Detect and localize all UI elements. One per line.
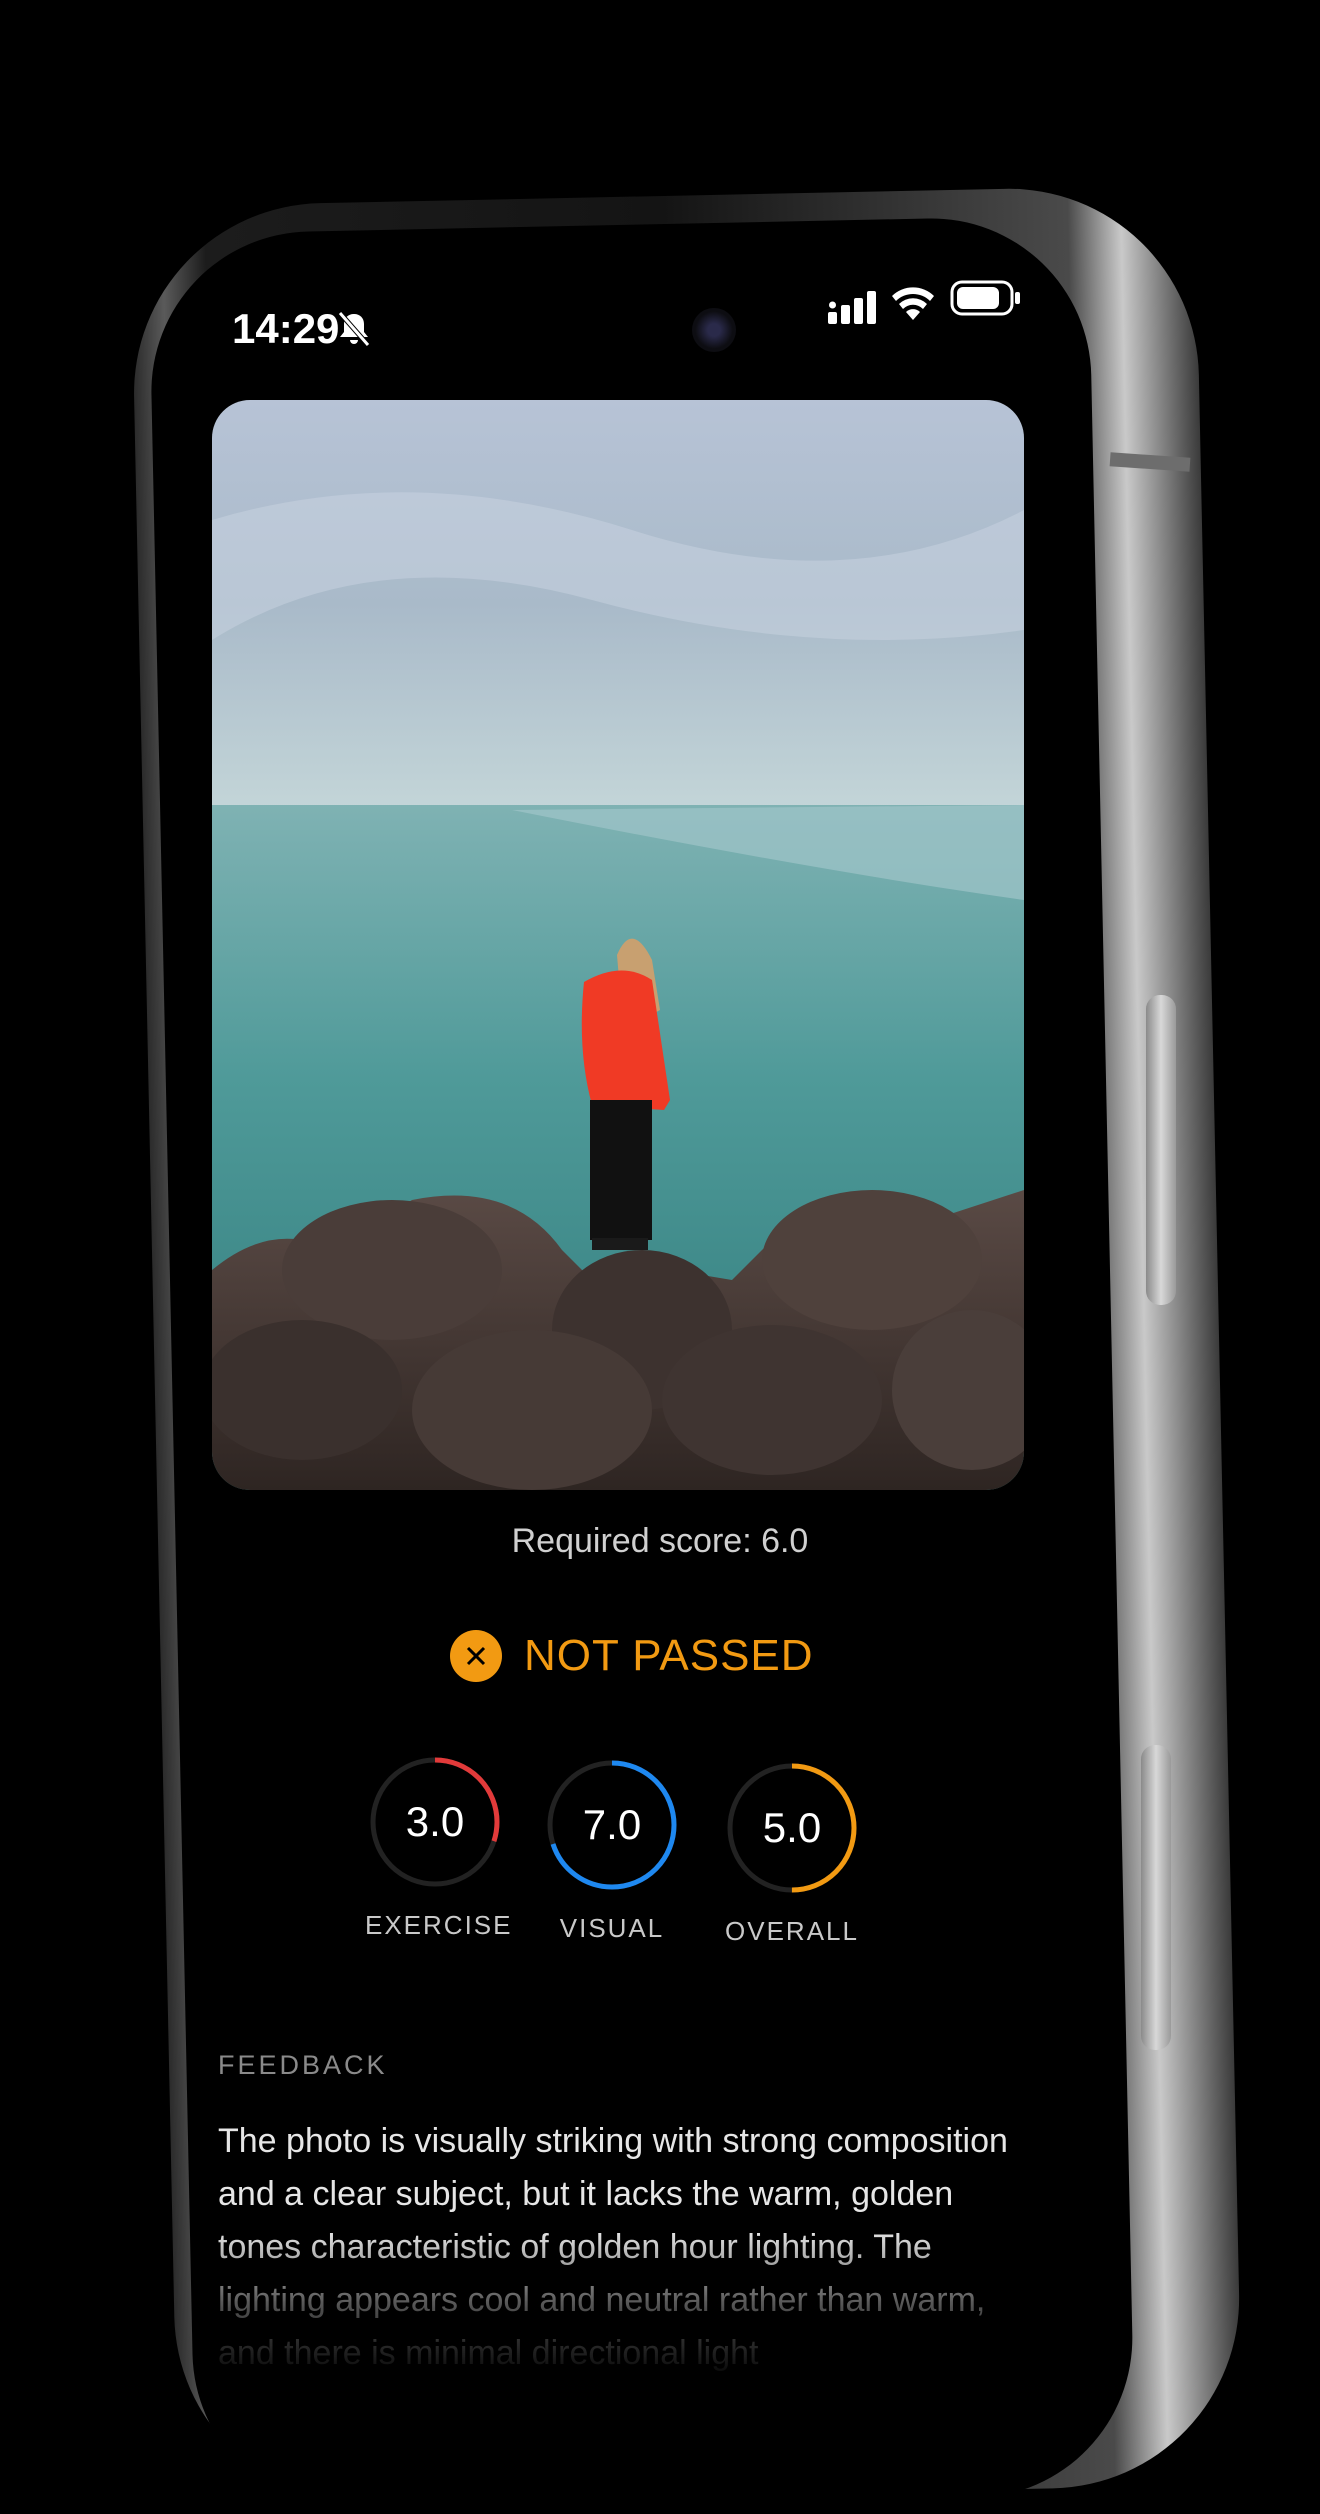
- volume-button: [1146, 995, 1176, 1305]
- battery-icon: [950, 280, 1020, 316]
- cellular-signal-icon: [828, 291, 876, 324]
- score-value: 3.0: [405, 1798, 465, 1845]
- score-value: 7.0: [582, 1801, 642, 1848]
- score-label: EXERCISE: [365, 1910, 513, 1940]
- score-label: VISUAL: [559, 1913, 665, 1943]
- score-overall: 5.0 OVERALL: [722, 1758, 862, 1947]
- score-visual: 7.0 VISUAL: [542, 1755, 682, 1944]
- result-label: NOT PASSED: [524, 1631, 814, 1680]
- close-icon: [450, 1630, 502, 1682]
- bell-slash-icon: [338, 311, 370, 347]
- result-status: NOT PASSED: [450, 1630, 814, 1682]
- required-score: Required score: 6.0: [511, 1522, 809, 1560]
- front-camera: [692, 308, 736, 352]
- wifi-icon: [892, 287, 934, 320]
- status-time: 14:29: [232, 305, 340, 352]
- submitted-photo: [212, 400, 1024, 1490]
- side-button: [1141, 1745, 1171, 2050]
- score-exercise: 3.0 EXERCISE: [365, 1752, 513, 1941]
- score-label: OVERALL: [725, 1916, 859, 1946]
- score-value: 5.0: [762, 1804, 822, 1851]
- feedback-text: The photo is visually striking with stro…: [218, 2122, 1008, 2371]
- feedback-heading: FEEDBACK: [218, 2050, 388, 2080]
